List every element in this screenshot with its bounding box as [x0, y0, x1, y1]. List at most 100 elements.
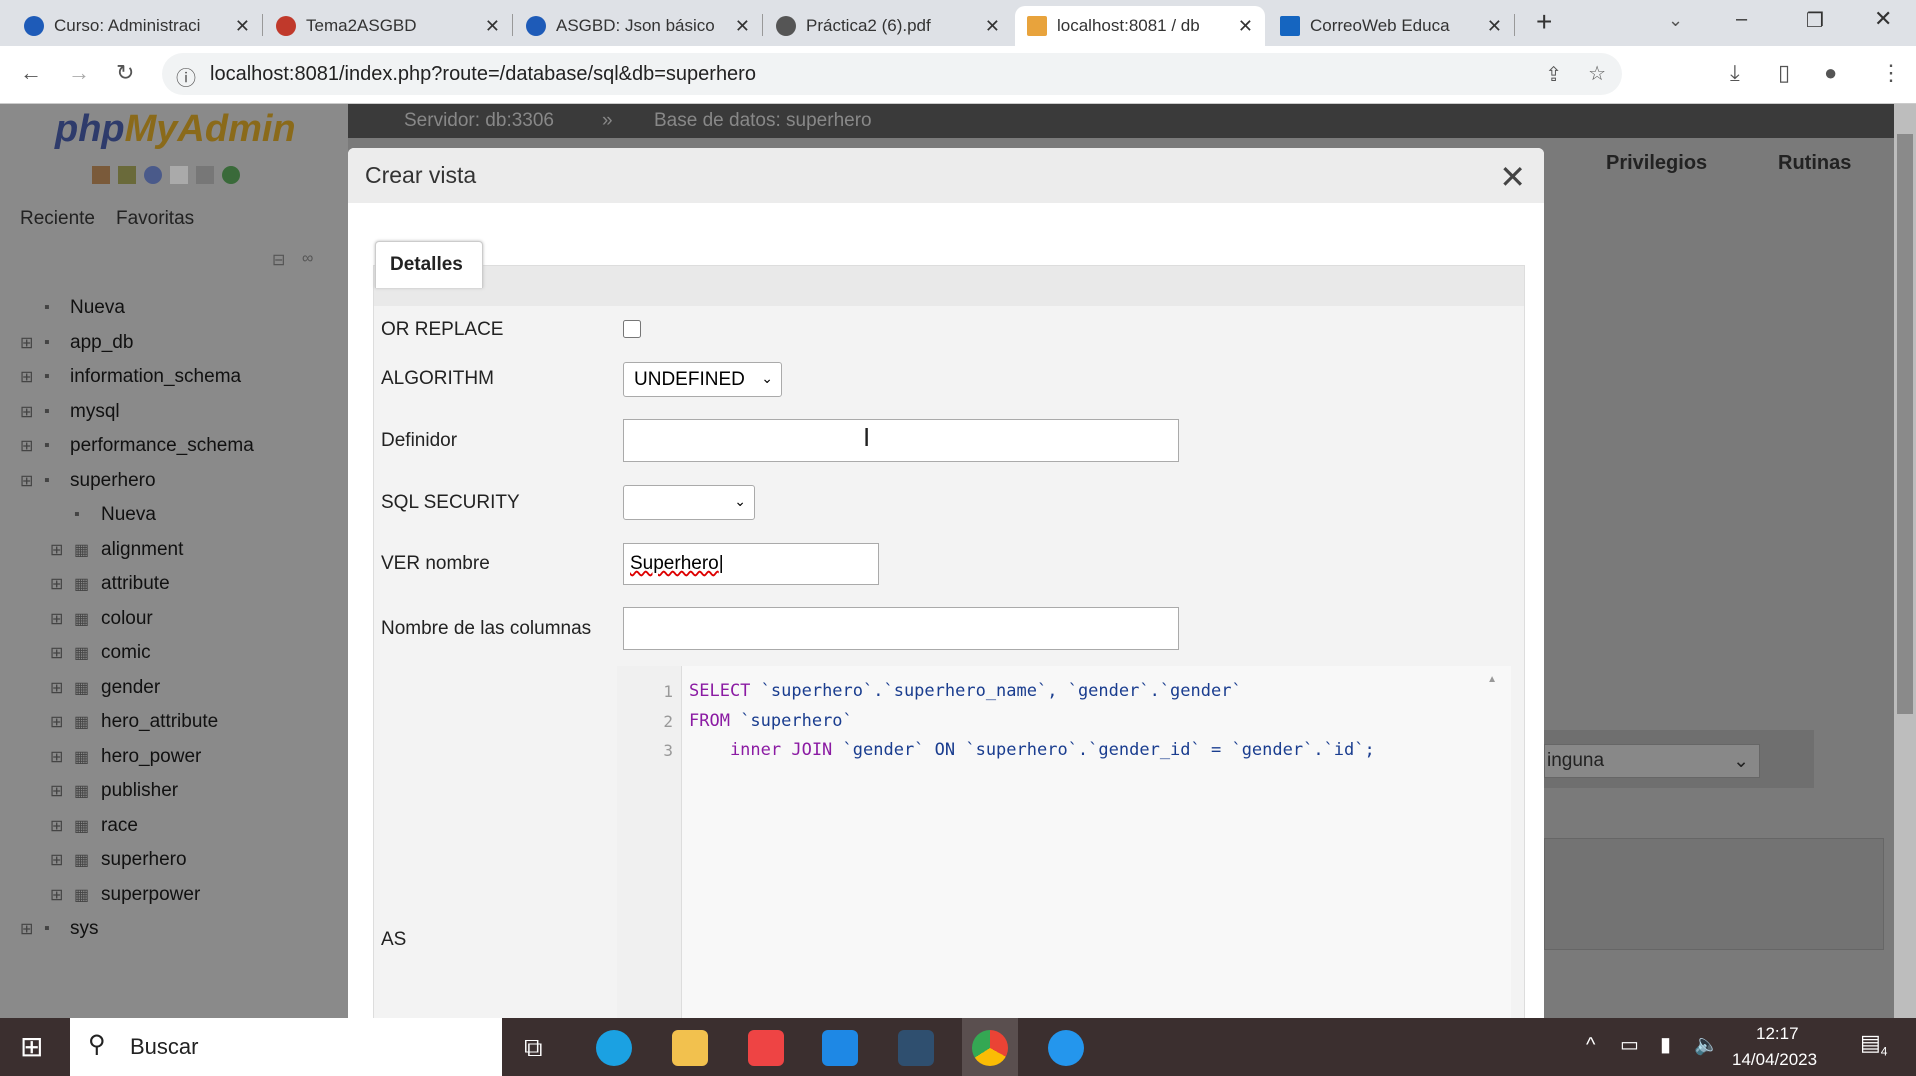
or-replace-checkbox[interactable]: [623, 320, 641, 338]
breadcrumb-db[interactable]: Base de datos: superhero: [654, 110, 872, 132]
link-icon[interactable]: ∞: [302, 250, 313, 268]
tab-routines[interactable]: Rutinas: [1778, 152, 1851, 175]
scrollbar-thumb[interactable]: [1897, 134, 1913, 714]
expand-icon[interactable]: ⊞: [20, 402, 33, 422]
expand-icon[interactable]: ⊞: [50, 712, 63, 732]
expand-icon[interactable]: ⊞: [50, 678, 63, 698]
page-scrollbar[interactable]: [1894, 104, 1916, 1018]
mail-icon[interactable]: [822, 1030, 858, 1066]
taskbar-search[interactable]: ⚲ Buscar: [70, 1018, 502, 1076]
sql-security-select[interactable]: ⌄: [623, 485, 755, 520]
phpmyadmin-logo[interactable]: phpMyAdmin: [55, 108, 296, 151]
restore-icon[interactable]: ❐: [1806, 8, 1824, 33]
tab-search-icon[interactable]: ⌄: [1668, 10, 1683, 31]
tree-item[interactable]: ⊞ ▦ publisher: [0, 774, 348, 808]
file-explorer-icon[interactable]: [672, 1030, 708, 1066]
clock-date[interactable]: 14/04/2023: [1732, 1050, 1817, 1070]
behind-select[interactable]: inguna ⌄: [1544, 744, 1760, 778]
clock-time[interactable]: 12:17: [1756, 1024, 1799, 1044]
network-icon[interactable]: ▭: [1620, 1032, 1639, 1057]
mysql-workbench-icon[interactable]: [898, 1030, 934, 1066]
tree-item[interactable]: ⊞ ▪ information_schema: [0, 360, 348, 394]
column-names-input[interactable]: [623, 607, 1179, 650]
tree-item[interactable]: ⊞ ▦ hero_power: [0, 740, 348, 774]
docker-icon[interactable]: [1048, 1030, 1084, 1066]
dialog-close-icon[interactable]: ✕: [1499, 158, 1526, 196]
notifications-icon[interactable]: ▤4: [1860, 1030, 1887, 1058]
close-tab-icon[interactable]: ✕: [985, 16, 1000, 37]
tree-item[interactable]: ⊞ ▦ gender: [0, 671, 348, 705]
new-tab-icon[interactable]: +: [1536, 6, 1552, 38]
tree-item[interactable]: ⊞ ▦ hero_attribute: [0, 705, 348, 739]
expand-icon[interactable]: ⊞: [50, 747, 63, 767]
tree-item[interactable]: ⊞ ▦ race: [0, 809, 348, 843]
profile-icon[interactable]: ●: [1824, 60, 1837, 86]
tree-item[interactable]: ⊞ ▪ superhero: [0, 464, 348, 498]
tree-item[interactable]: ⊞ ▪ performance_schema: [0, 429, 348, 463]
expand-icon[interactable]: ⊞: [20, 919, 33, 939]
expand-icon[interactable]: ⊞: [50, 609, 63, 629]
window-close-icon[interactable]: ✕: [1874, 6, 1892, 32]
bookmark-star-icon[interactable]: ☆: [1588, 61, 1606, 86]
tree-item[interactable]: ▪ Nueva: [0, 498, 348, 532]
expand-icon[interactable]: ⊞: [50, 850, 63, 870]
edge-icon[interactable]: [596, 1030, 632, 1066]
expand-icon[interactable]: ⊞: [20, 471, 33, 491]
settings-icon[interactable]: [196, 166, 214, 184]
home-icon[interactable]: [92, 166, 110, 184]
forward-icon[interactable]: →: [68, 60, 90, 86]
minimize-icon[interactable]: –: [1736, 8, 1747, 31]
url-input[interactable]: ⓘ localhost:8081/index.php?route=/databas…: [162, 53, 1622, 95]
tree-item[interactable]: ⊞ ▦ colour: [0, 602, 348, 636]
tree-item[interactable]: ⊞ ▦ alignment: [0, 533, 348, 567]
sql-editor[interactable]: 1 2 3 SELECT `superhero`.`superhero_name`,…: [617, 666, 1511, 1026]
expand-icon[interactable]: ⊞: [50, 816, 63, 836]
tree-item[interactable]: ⊞ ▦ superhero: [0, 843, 348, 877]
tree-item[interactable]: ⊞ ▦ superpower: [0, 878, 348, 912]
share-icon[interactable]: ⇪: [1545, 62, 1562, 87]
recent-tab[interactable]: Reciente: [20, 208, 95, 230]
breadcrumb-server[interactable]: Servidor: db:3306: [404, 110, 554, 132]
reload-icon[interactable]: ↻: [116, 60, 134, 86]
start-icon[interactable]: ⊞: [20, 1030, 43, 1063]
store-icon[interactable]: [748, 1030, 784, 1066]
tree-item[interactable]: ⊞ ▪ mysql: [0, 395, 348, 429]
tree-item[interactable]: ⊞ ▦ attribute: [0, 567, 348, 601]
algorithm-select[interactable]: UNDEFINED ⌄: [623, 362, 782, 397]
tree-item[interactable]: ⊞ ▪ app_db: [0, 326, 348, 360]
collapse-all-icon[interactable]: ⊟: [272, 250, 285, 270]
tray-chevron-icon[interactable]: ^: [1586, 1034, 1595, 1057]
close-tab-icon[interactable]: ✕: [1238, 16, 1253, 37]
logout-icon[interactable]: [118, 166, 136, 184]
definer-input[interactable]: [623, 419, 1179, 462]
editor-scroll-up-icon[interactable]: ▲: [1487, 674, 1497, 685]
expand-icon[interactable]: ⊞: [20, 367, 33, 387]
browser-tab[interactable]: Tema2ASGBD ✕: [264, 6, 512, 46]
expand-icon[interactable]: ⊞: [20, 333, 33, 353]
favorites-tab[interactable]: Favoritas: [116, 208, 194, 230]
close-tab-icon[interactable]: ✕: [485, 16, 500, 37]
expand-icon[interactable]: ⊞: [20, 436, 33, 456]
expand-icon[interactable]: ⊞: [50, 540, 63, 560]
microphone-icon[interactable]: ▮: [1660, 1032, 1671, 1057]
help-icon[interactable]: [144, 166, 162, 184]
expand-icon[interactable]: ⊞: [50, 781, 63, 801]
tree-item[interactable]: ⊞ ▦ comic: [0, 636, 348, 670]
expand-icon[interactable]: ⊞: [50, 885, 63, 905]
tree-item[interactable]: ⊞ ▪ sys: [0, 912, 348, 946]
view-name-input[interactable]: Superhero|: [623, 543, 879, 585]
back-icon[interactable]: ←: [20, 60, 42, 86]
expand-icon[interactable]: ⊞: [50, 574, 63, 594]
tab-details[interactable]: Detalles: [375, 241, 483, 288]
task-view-icon[interactable]: ⧉: [524, 1032, 543, 1064]
volume-icon[interactable]: 🔈: [1694, 1032, 1719, 1057]
browser-tab[interactable]: ASGBD: Json básico ✕: [514, 6, 762, 46]
close-tab-icon[interactable]: ✕: [1487, 16, 1502, 37]
browser-tab[interactable]: CorreoWeb Educa ✕: [1268, 6, 1514, 46]
expand-icon[interactable]: ⊞: [50, 643, 63, 663]
download-icon[interactable]: ⤓: [1730, 60, 1740, 86]
reload-nav-icon[interactable]: [222, 166, 240, 184]
browser-tab[interactable]: Curso: Administraci ✕: [12, 6, 262, 46]
chrome-icon[interactable]: [972, 1030, 1008, 1066]
site-info-icon[interactable]: ⓘ: [176, 62, 196, 91]
